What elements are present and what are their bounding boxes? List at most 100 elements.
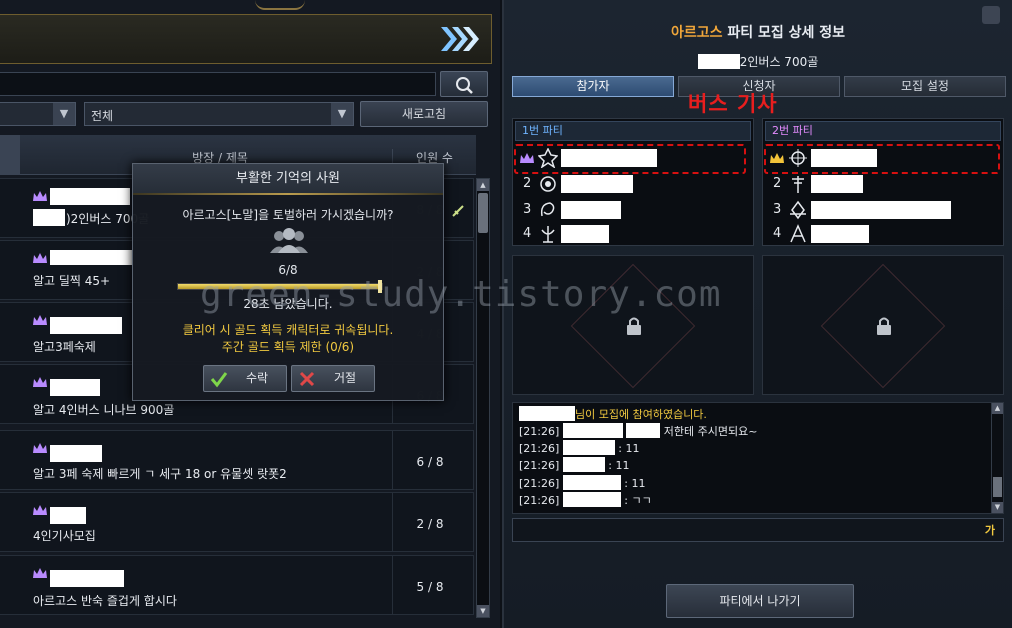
search-input[interactable]	[0, 72, 436, 96]
lock-icon	[627, 317, 641, 335]
redacted-name	[33, 209, 65, 226]
dialog-question: 아르고스[노말]을 토벌하러 가시겠습니까?	[182, 208, 394, 222]
system-message-text: 님이 모집에 참여하였습니다.	[575, 408, 707, 421]
class-emblem-icon	[541, 226, 555, 243]
scroll-thumb[interactable]	[993, 477, 1002, 497]
top-ornament	[255, 0, 305, 10]
sword-icon	[452, 205, 464, 217]
scroll-thumb[interactable]	[478, 193, 488, 233]
chat-line: [21:26] : 11	[519, 475, 646, 490]
row-divider	[392, 493, 393, 551]
party-slot[interactable]: 3	[513, 199, 753, 221]
chat-time: [21:26]	[519, 494, 560, 507]
chat-time: [21:26]	[519, 442, 560, 455]
table-row[interactable]: 아르고스 반숙 즐겁게 합시다 5 / 8	[0, 555, 474, 615]
chat-time: [21:26]	[519, 425, 560, 438]
fast-forward-icon[interactable]	[439, 25, 479, 53]
chat-line: [21:26] : ㄱㄱ	[519, 492, 652, 508]
party-slot[interactable]: 4	[763, 223, 1003, 245]
search-icon	[456, 77, 473, 94]
redacted-name	[811, 175, 863, 193]
redacted-name	[562, 423, 623, 438]
chat-line: [21:26] : 11	[519, 440, 640, 455]
annotation-label: 버스 기사	[688, 92, 778, 116]
party-1-header: 1번 파티	[515, 121, 751, 141]
reject-label: 거절	[333, 371, 357, 385]
filter-dungeon-dropdown[interactable]: 전체 ▼	[84, 102, 354, 126]
redacted-name	[562, 492, 621, 507]
class-emblem-icon	[540, 202, 555, 217]
time-remaining: 28초 남았습니다.	[243, 297, 333, 311]
scroll-up-arrow[interactable]: ▲	[477, 179, 489, 191]
locked-party-slot	[762, 255, 1004, 395]
accept-button[interactable]: 수락	[203, 365, 287, 392]
redacted-name	[561, 225, 609, 243]
chat-text: 저한테 주시면되요~	[660, 425, 758, 438]
party-slot[interactable]: 2	[763, 173, 1003, 195]
table-row[interactable]: 4인기사모집 2 / 8	[0, 492, 474, 552]
highlight-box	[514, 144, 746, 174]
redacted-name	[50, 570, 124, 587]
redacted-name	[50, 445, 102, 462]
reject-button[interactable]: 거절	[291, 365, 375, 392]
leader-crown-icon	[33, 377, 47, 387]
close-icon	[299, 371, 315, 387]
progress-fill	[178, 284, 382, 289]
list-scrollbar[interactable]: ▲ ▼	[476, 178, 490, 618]
class-emblem-icon	[790, 200, 806, 220]
search-button[interactable]	[440, 71, 488, 97]
redacted-name	[519, 406, 575, 421]
leader-crown-icon	[33, 568, 47, 578]
party-chat-log: 님이 모집에 참여하였습니다. [21:26] 저한테 주시면되요~ [21:2…	[512, 402, 1004, 514]
gold-limit: 주간 골드 획득 제한 (0/6)	[221, 340, 355, 354]
party-members-icon	[270, 228, 308, 253]
row-title: 알고 3페 숙제 빠르게 ㄱ 세구 18 or 유물셋 랏폿2	[33, 467, 287, 481]
redacted-name	[50, 507, 86, 524]
redacted-name	[50, 379, 100, 396]
row-count: 2 / 8	[416, 517, 444, 531]
panel-title-text: 파티 모집 상세 정보	[722, 25, 846, 41]
party-slot[interactable]: 4	[513, 223, 753, 245]
scroll-up-arrow[interactable]: ▲	[992, 403, 1003, 414]
leader-crown-icon	[33, 191, 47, 201]
slot-number: 2	[523, 176, 532, 191]
locked-party-slot	[512, 255, 754, 395]
table-row[interactable]: 알고 3페 숙제 빠르게 ㄱ 세구 18 or 유물셋 랏폿2 6 / 8	[0, 430, 474, 490]
redacted-name	[562, 440, 615, 455]
tab-recruit-settings[interactable]: 모집 설정	[844, 76, 1006, 97]
row-divider	[392, 556, 393, 614]
redacted-name	[561, 175, 633, 193]
leave-party-button[interactable]: 파티에서 나가기	[666, 584, 854, 618]
chat-scrollbar[interactable]: ▲ ▼	[991, 403, 1003, 513]
chat-time: [21:26]	[519, 477, 560, 490]
chat-time: [21:26]	[519, 459, 560, 472]
party-2-box: 2번 파티 2 3 4	[762, 118, 1004, 246]
filter-category-dropdown[interactable]: ▼	[0, 102, 76, 126]
redacted-name	[697, 54, 740, 69]
member-count: 6/8	[278, 263, 298, 277]
tab-participants[interactable]: 참가자	[512, 76, 674, 97]
party-slot[interactable]: 3	[763, 199, 1003, 221]
party-slot[interactable]: 2	[513, 173, 753, 195]
lock-icon	[877, 317, 891, 335]
refresh-button[interactable]: 새로고침	[360, 101, 488, 127]
redacted-name	[811, 225, 869, 243]
row-title: 4인기사모집	[33, 529, 96, 543]
scroll-down-arrow[interactable]: ▼	[992, 502, 1003, 513]
class-emblem-icon	[792, 176, 804, 193]
chat-text: : 11	[604, 459, 630, 472]
scroll-down-arrow[interactable]: ▼	[477, 605, 489, 617]
chat-line: [21:26] : 11	[519, 457, 630, 472]
chat-system-message: 님이 모집에 참여하였습니다.	[519, 406, 707, 422]
chat-text: : 11	[614, 442, 640, 455]
class-emblem-icon	[540, 176, 556, 192]
redacted-name	[811, 201, 951, 219]
chat-input[interactable]: 가	[512, 518, 1004, 542]
redacted-name	[561, 201, 621, 219]
row-title: 알고 4인버스 니나브 900골	[33, 403, 175, 417]
raid-name: 아르고스	[670, 25, 723, 41]
chevron-down-icon: ▼	[331, 103, 353, 125]
chat-text: : ㄱㄱ	[620, 494, 652, 507]
checkmark-icon	[210, 372, 228, 388]
leader-crown-icon	[33, 505, 47, 515]
